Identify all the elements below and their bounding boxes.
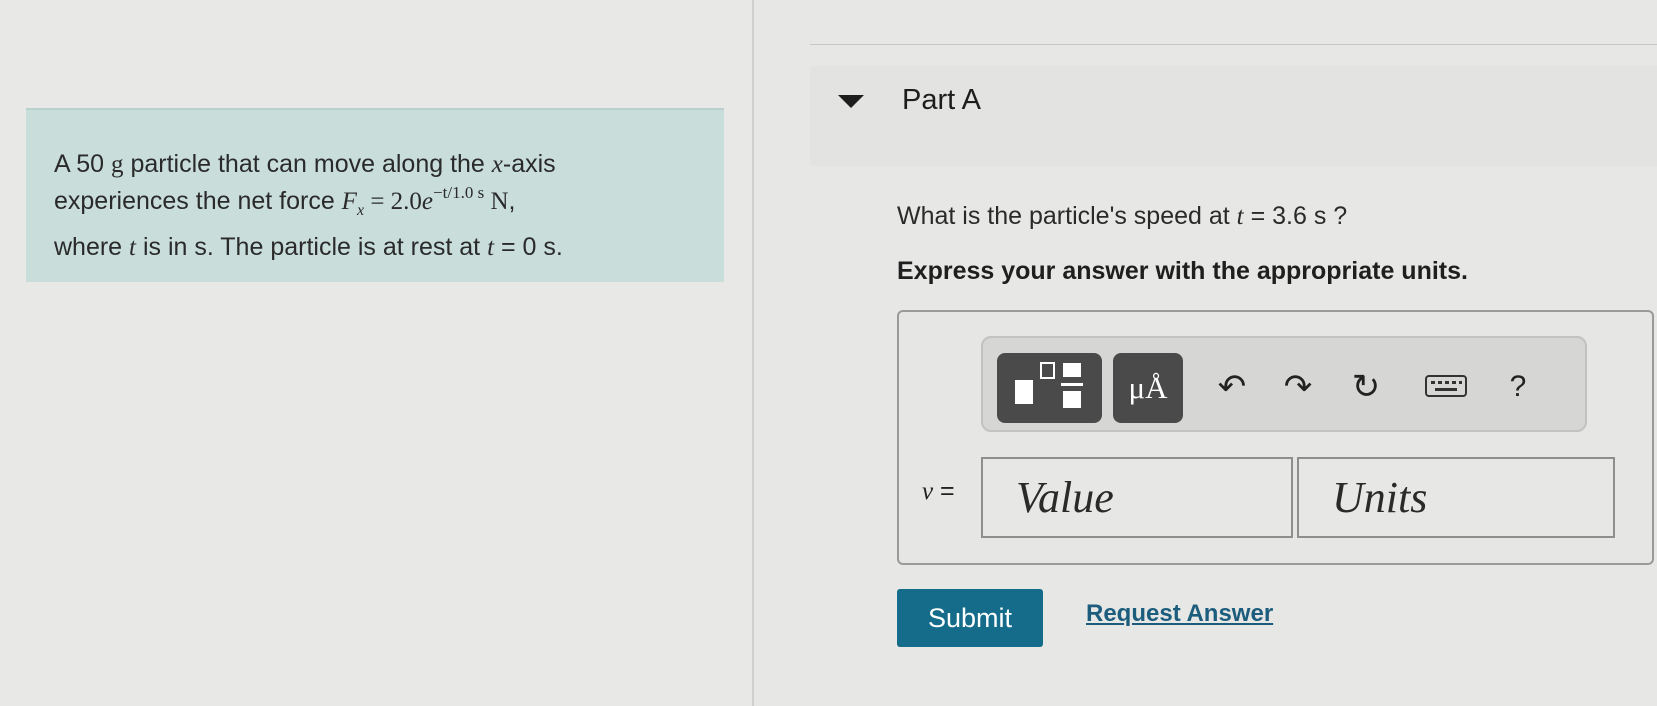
undo-icon[interactable]: ↶: [1207, 362, 1257, 412]
problem-line-1: A 50 g particle that can move along the …: [54, 150, 556, 178]
submit-button[interactable]: Submit: [897, 589, 1043, 647]
value-input[interactable]: [983, 459, 1291, 536]
answer-box: μÅ ↶ ↷ ↻ ? v =: [897, 310, 1654, 565]
part-title: Part A: [902, 84, 981, 116]
collapse-caret-icon[interactable]: [838, 95, 864, 108]
templates-button[interactable]: [997, 353, 1102, 423]
answer-variable-label: v =: [922, 477, 955, 505]
problem-statement-box: A 50 g particle that can move along the …: [26, 108, 724, 282]
request-answer-link[interactable]: Request Answer: [1086, 600, 1273, 628]
keyboard-glyph: [1425, 375, 1467, 397]
help-icon[interactable]: ?: [1493, 362, 1543, 412]
problem-text: A 50 g particle that can move along the …: [54, 146, 714, 266]
templates-icon: [1015, 362, 1083, 408]
units-button[interactable]: μÅ: [1113, 353, 1183, 423]
section-rule: [810, 44, 1657, 45]
problem-line-2: experiences the net force Fx = 2.0e−t/1.…: [54, 183, 516, 219]
problem-pane: A 50 g particle that can move along the …: [0, 0, 752, 706]
part-a-header[interactable]: Part A: [810, 66, 1657, 166]
problem-line-3: where t is in s. The particle is at rest…: [54, 233, 563, 261]
units-field[interactable]: [1297, 457, 1615, 538]
value-field[interactable]: [981, 457, 1293, 538]
math-toolbar: μÅ ↶ ↷ ↻ ?: [981, 336, 1587, 432]
redo-icon[interactable]: ↷: [1273, 362, 1323, 412]
reset-icon[interactable]: ↻: [1341, 362, 1391, 412]
question-text: What is the particle's speed at t = 3.6 …: [897, 202, 1348, 230]
units-input[interactable]: [1299, 459, 1613, 536]
keyboard-icon[interactable]: [1421, 364, 1471, 414]
instruction-text: Express your answer with the appropriate…: [897, 257, 1468, 285]
